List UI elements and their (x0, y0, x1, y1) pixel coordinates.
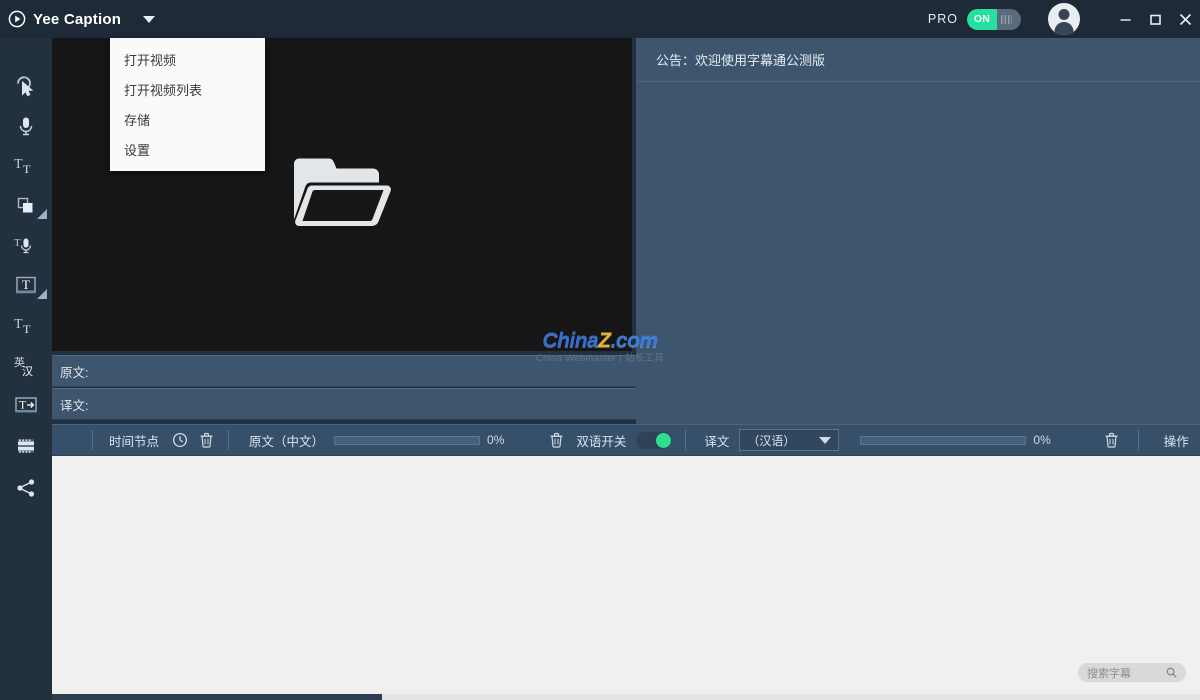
chevron-down-icon (819, 436, 832, 444)
search-subtitle-placeholder: 搜索字幕 (1087, 667, 1131, 680)
horizontal-scrollbar-thumb[interactable] (52, 694, 382, 700)
main-menu-dropdown: 打开视频 打开视频列表 存储 设置 (110, 38, 265, 171)
app-title: Yee Caption (33, 10, 122, 28)
translate-cn-en-icon: 英 汉 (13, 354, 39, 378)
tool-text-style[interactable]: T T (0, 306, 52, 346)
chevron-down-icon (143, 15, 156, 23)
svg-text:T: T (23, 162, 31, 176)
tool-video-track[interactable] (0, 426, 52, 466)
shape-square-icon (15, 195, 37, 217)
divider (685, 430, 687, 450)
tool-share[interactable] (0, 468, 52, 508)
source-text-label: 原文: (60, 365, 89, 380)
maximize-icon[interactable] (1140, 0, 1170, 38)
svg-text:T: T (14, 157, 23, 172)
delete-source-icon[interactable] (549, 432, 564, 448)
bilingual-toggle-label: 双语开关 (576, 434, 627, 449)
clock-icon[interactable] (172, 432, 188, 448)
source-text-row[interactable]: 原文: (52, 355, 636, 387)
svg-text:T: T (22, 277, 30, 292)
announcement-bar: 公告：欢迎使用字幕通公测版 (636, 38, 1200, 82)
share-icon (15, 477, 37, 499)
source-progress-percent: 0% (487, 433, 505, 447)
menu-item-open-video-list[interactable]: 打开视频列表 (110, 74, 265, 104)
menu-item-open-video[interactable]: 打开视频 (110, 44, 265, 74)
tool-text-export[interactable]: T (0, 386, 52, 426)
submenu-caret-icon (37, 289, 47, 299)
pro-toggle-on-side: ON (967, 8, 997, 30)
tool-translate[interactable]: 英 汉 (0, 346, 52, 386)
titlebar-right-group: PRO ON (928, 0, 1200, 38)
minimize-icon[interactable] (1110, 0, 1140, 38)
translation-progress-percent: 0% (1033, 433, 1051, 447)
pro-toggle-state-label: ON (973, 13, 991, 25)
menu-item-save[interactable]: 存储 (110, 104, 265, 134)
tool-record-audio[interactable] (0, 106, 52, 146)
tool-shape[interactable] (0, 186, 52, 226)
text-export-icon: T (13, 394, 39, 418)
subtitle-control-bar: 时间节点 原文（中文） 0% 双语开关 译文 （汉语） 0% 操作 (52, 424, 1200, 456)
divider (92, 430, 93, 450)
menu-item-settings[interactable]: 设置 (110, 134, 265, 164)
translation-text-row[interactable]: 译文: (52, 388, 636, 420)
source-progress-track[interactable] (334, 435, 481, 445)
main-menu-button[interactable] (138, 8, 160, 30)
source-language-label: 原文（中文） (249, 434, 325, 449)
cursor-select-icon (15, 75, 37, 97)
pro-toggle[interactable]: ON (967, 8, 1021, 30)
timeline-label: 时间节点 (109, 434, 160, 449)
text-style-icon: T T (14, 315, 38, 337)
language-select[interactable]: （汉语） (739, 429, 840, 451)
svg-text:T: T (23, 322, 31, 336)
bilingual-toggle[interactable] (636, 431, 673, 449)
horizontal-scrollbar[interactable] (52, 694, 1200, 700)
menu-item-label: 设置 (124, 142, 151, 158)
open-folder-icon[interactable] (291, 153, 393, 236)
svg-text:汉: 汉 (22, 365, 33, 378)
translation-progress[interactable]: 0% (860, 433, 1051, 447)
tool-text-to-speech[interactable]: T (0, 226, 52, 266)
window-controls (1110, 0, 1200, 38)
search-icon[interactable] (1166, 667, 1177, 678)
language-select-value: （汉语） (747, 433, 796, 448)
translation-label: 译文 (704, 434, 730, 449)
bilingual-toggle-knob (656, 432, 672, 448)
submenu-caret-icon (37, 209, 47, 219)
app-window: Yee Caption PRO ON T T T T T T 英 汉 T Chi… (0, 0, 1200, 700)
divider (228, 430, 230, 450)
play-circle-icon (8, 10, 26, 28)
delete-timeline-icon[interactable] (199, 432, 214, 448)
text-size-icon: T T (14, 155, 38, 177)
menu-item-label: 打开视频 (124, 52, 177, 68)
left-toolbar: T T T T T T 英 汉 T (0, 38, 52, 700)
tool-text-size[interactable]: T T (0, 146, 52, 186)
svg-text:T: T (19, 398, 27, 412)
pro-toggle-grip (1001, 14, 1012, 24)
avatar[interactable] (1048, 3, 1080, 35)
tool-text-box[interactable]: T (0, 266, 52, 306)
menu-item-label: 存储 (124, 112, 151, 128)
translation-progress-track[interactable] (860, 435, 1027, 445)
close-icon[interactable] (1170, 0, 1200, 38)
pro-label: PRO (927, 12, 958, 26)
svg-text:T: T (14, 317, 23, 332)
right-panel: 公告：欢迎使用字幕通公测版 (636, 38, 1200, 424)
search-subtitle-box[interactable]: 搜索字幕 (1078, 663, 1186, 682)
film-strip-icon (14, 435, 38, 457)
svg-text:T: T (14, 237, 21, 249)
announcement-text: 公告：欢迎使用字幕通公测版 (656, 53, 826, 68)
title-bar: Yee Caption PRO ON (0, 0, 1200, 38)
divider (1137, 430, 1139, 450)
delete-translation-icon[interactable] (1104, 432, 1119, 448)
text-to-speech-icon: T (14, 235, 38, 257)
text-box-icon: T (14, 274, 38, 298)
subtitle-list-panel: 搜索字幕 (52, 456, 1200, 694)
translation-text-label: 译文: (60, 398, 89, 413)
tool-select[interactable] (0, 66, 52, 106)
menu-item-label: 打开视频列表 (124, 82, 203, 98)
actions-label: 操作 (1163, 434, 1189, 449)
source-progress[interactable]: 0% (334, 433, 504, 447)
microphone-icon (15, 115, 37, 137)
